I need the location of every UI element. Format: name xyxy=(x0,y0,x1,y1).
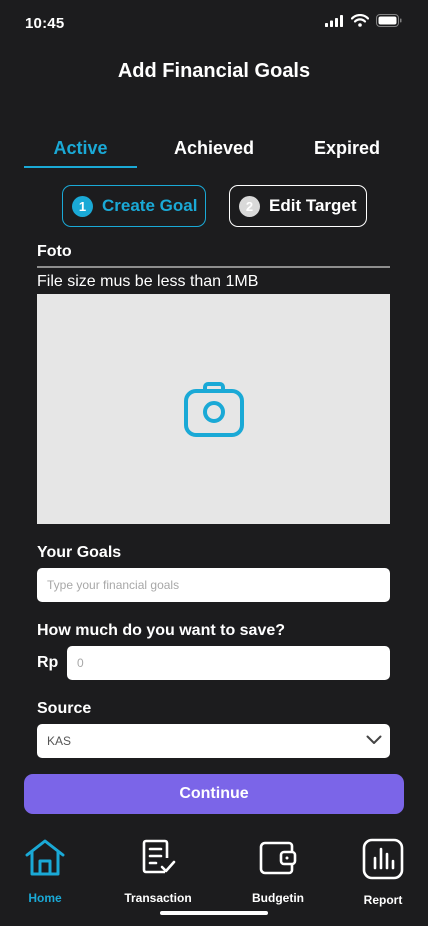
step-number: 1 xyxy=(72,195,93,217)
wallet-icon xyxy=(258,838,298,883)
save-amount-label: How much do you want to save? xyxy=(37,622,286,639)
nav-budgetin[interactable]: Budgetin xyxy=(228,838,328,905)
currency-label: Rp xyxy=(37,654,59,671)
tab-expired[interactable]: Expired xyxy=(302,134,392,168)
nav-label: Home xyxy=(28,891,62,905)
source-label: Source xyxy=(37,700,92,717)
nav-transaction[interactable]: Transaction xyxy=(108,838,208,905)
step-number: 2 xyxy=(239,195,260,217)
step-label: Edit Target xyxy=(269,196,357,215)
goals-input[interactable]: Type your financial goals xyxy=(37,568,390,602)
status-bar: 10:45 xyxy=(0,0,428,46)
goals-placeholder: Type your financial goals xyxy=(47,578,180,592)
wifi-icon xyxy=(350,14,370,32)
home-icon xyxy=(24,838,66,883)
chevron-down-icon xyxy=(366,734,382,748)
source-select[interactable]: KAS xyxy=(37,724,390,758)
photo-upload-area[interactable] xyxy=(37,294,390,524)
step-label: Create Goal xyxy=(102,196,198,215)
tab-achieved[interactable]: Achieved xyxy=(159,134,269,168)
step-edit-target[interactable]: 2 Edit Target xyxy=(229,185,367,227)
page-title: Add Financial Goals xyxy=(117,60,311,82)
battery-icon xyxy=(376,14,402,32)
file-size-note: File size mus be less than 1MB xyxy=(37,273,259,290)
nav-report[interactable]: Report xyxy=(333,838,428,907)
foto-label: Foto xyxy=(37,243,72,260)
signal-icon xyxy=(325,14,344,32)
camera-icon xyxy=(183,376,245,443)
continue-button[interactable]: Continue xyxy=(24,774,404,814)
tab-active[interactable]: Active xyxy=(24,134,137,168)
source-value: KAS xyxy=(47,734,72,748)
step-indicator: 1 Create Goal 2 Edit Target xyxy=(0,185,428,227)
goal-tabs: Active Achieved Expired xyxy=(24,134,382,168)
your-goals-label: Your Goals xyxy=(37,544,122,561)
report-icon xyxy=(362,838,404,885)
nav-label: Budgetin xyxy=(252,891,304,905)
step-create-goal[interactable]: 1 Create Goal xyxy=(62,185,206,227)
status-icons xyxy=(325,14,402,32)
amount-input[interactable]: 0 xyxy=(67,646,390,680)
nav-label: Report xyxy=(363,893,403,907)
amount-placeholder: 0 xyxy=(77,656,84,670)
nav-home[interactable]: Home xyxy=(0,838,95,905)
home-indicator xyxy=(160,911,268,915)
transaction-icon xyxy=(138,838,178,883)
status-time: 10:45 xyxy=(25,14,65,32)
divider xyxy=(37,266,390,268)
nav-label: Transaction xyxy=(124,891,192,905)
